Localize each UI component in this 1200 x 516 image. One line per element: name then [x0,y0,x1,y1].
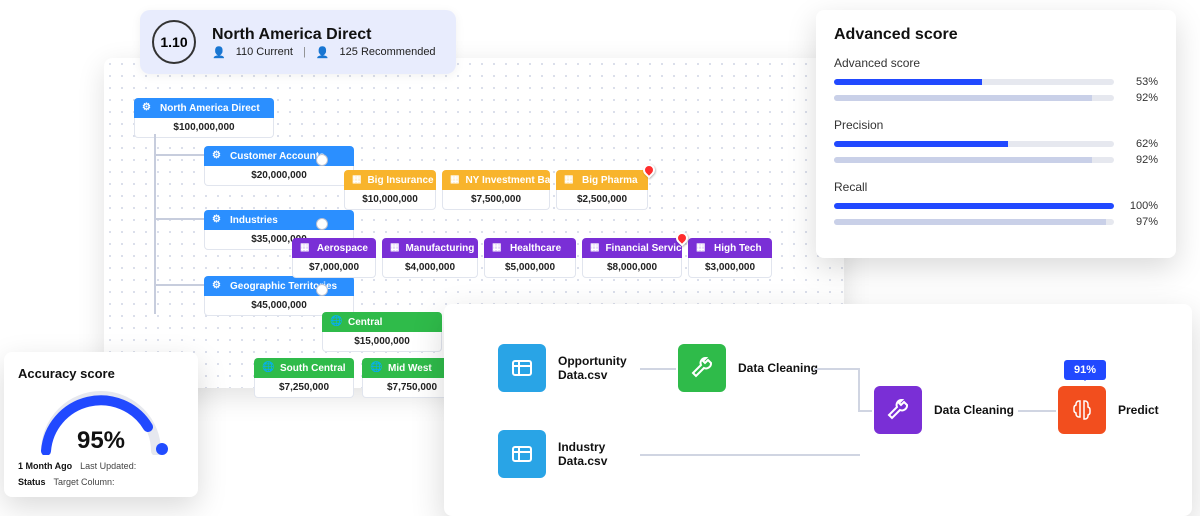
person-icon: 👤 [316,46,330,59]
pipeline-card: Opportunity Data.csv Industry Data.csv D… [444,304,1192,516]
collapse-toggle[interactable] [316,284,328,296]
calendar-icon: ▦ [590,242,599,254]
gauge: 95% [36,387,166,455]
gauge-dot [156,443,168,455]
node-big-insurance[interactable]: ▦Big Insurance $10,000,000 [344,170,436,210]
node-geographic-territories[interactable]: ⚙Geographic Territories $45,000,000 [204,276,354,316]
brain-icon [1058,386,1106,434]
pipeline-node-opportunity-csv[interactable]: Opportunity Data.csv [498,344,648,392]
node-customer-accounts[interactable]: ⚙Customer Accounts $20,000,000 [204,146,354,186]
wrench-icon [678,344,726,392]
pipeline-node-clean1[interactable]: Data Cleaning [678,344,818,392]
gear-icon: ⚙ [212,280,224,292]
root-node[interactable]: ⚙North America Direct $100,000,000 [134,98,274,138]
recommended-count: 125 Recommended [340,46,436,58]
collapse-toggle[interactable] [316,154,328,166]
calendar-icon: ▦ [450,174,459,186]
pipeline-node-clean2[interactable]: Data Cleaning [874,386,1014,434]
metric-recall: Recall 100% 97% [834,180,1158,228]
metric-advanced-score: Advanced score 53% 92% [834,56,1158,104]
version-badge: 1.10 [152,20,196,64]
wrench-icon [874,386,922,434]
node-manufacturing[interactable]: ▦Manufacturing $4,000,000 [382,238,478,278]
header-text: North America Direct 👤 110 Current | 👤 1… [212,26,436,59]
node-south-central[interactable]: 🌐South Central $7,250,000 [254,358,354,398]
predict-badge: 91% [1064,360,1106,380]
gear-icon: ⚙ [212,214,224,226]
calendar-icon: ▦ [492,242,504,254]
advanced-score-card: Advanced score Advanced score 53% 92% Pr… [816,10,1176,258]
pipeline-node-industry-csv[interactable]: Industry Data.csv [498,430,648,478]
node-ny-investment-banks[interactable]: ▦NY Investment Banks $7,500,000 [442,170,550,210]
accuracy-row2-val: Target Column: [54,477,115,487]
node-big-pharma[interactable]: ▦Big Pharma $2,500,000 [556,170,648,210]
calendar-icon: ▦ [564,174,576,186]
accuracy-title: Accuracy score [18,366,184,381]
header-card: 1.10 North America Direct 👤 110 Current … [140,10,456,74]
accuracy-card: Accuracy score 95% 1 Month Ago Last Updat… [4,352,198,497]
collapse-toggle[interactable] [316,218,328,230]
person-icon: 👤 [212,46,226,59]
current-count: 110 Current [236,46,293,58]
gear-icon: ⚙ [212,150,224,162]
node-healthcare[interactable]: ▦Healthcare $5,000,000 [484,238,576,278]
node-financial-services[interactable]: ▦Financial Services $8,000,000 [582,238,682,278]
node-high-tech[interactable]: ▦High Tech $3,000,000 [688,238,772,278]
accuracy-row1-val: Last Updated: [80,461,136,471]
calendar-icon: ▦ [390,242,399,254]
calendar-icon: ▦ [300,242,311,254]
pipeline-node-predict[interactable]: Predict [1058,386,1159,434]
accuracy-row1-key: 1 Month Ago [18,461,72,471]
accuracy-percent: 95% [36,427,166,455]
advanced-title: Advanced score [834,26,1158,44]
gear-icon: ⚙ [142,102,154,114]
globe-icon: 🌐 [330,316,342,328]
header-title: North America Direct [212,26,436,44]
metric-precision: Precision 62% 92% [834,118,1158,166]
globe-icon: 🌐 [370,362,382,374]
accuracy-row2-key: Status [18,477,46,487]
calendar-icon: ▦ [352,174,361,186]
globe-icon: 🌐 [262,362,274,374]
calendar-icon: ▦ [696,242,708,254]
table-icon [498,430,546,478]
node-central[interactable]: 🌐Central $15,000,000 [322,312,442,352]
separator: | [303,46,306,58]
table-icon [498,344,546,392]
node-aerospace[interactable]: ▦Aerospace $7,000,000 [292,238,376,278]
